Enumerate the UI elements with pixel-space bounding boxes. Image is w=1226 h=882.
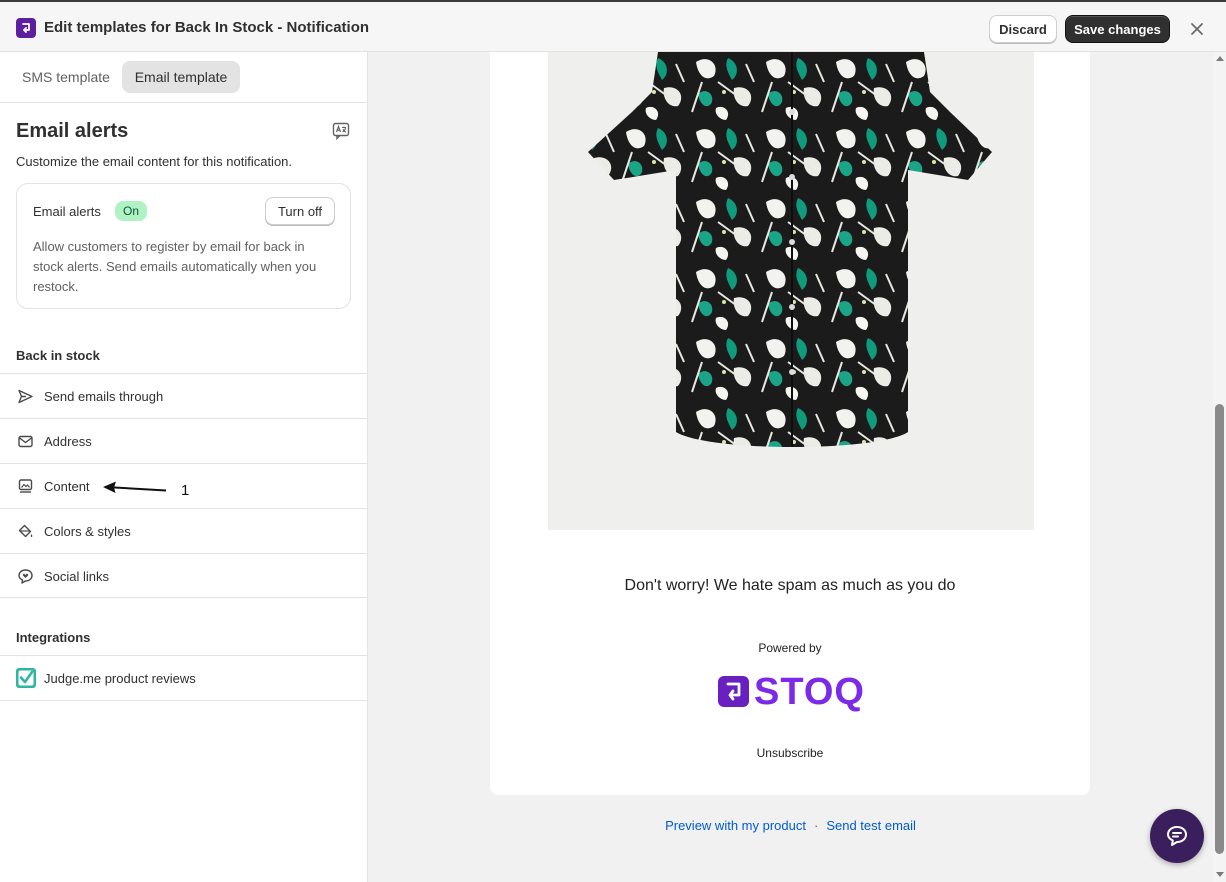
scroll-up-icon[interactable] [1216, 56, 1224, 61]
email-alerts-label: Email alerts [33, 204, 101, 219]
chat-support-button[interactable] [1150, 809, 1204, 863]
back-in-stock-heading: Back in stock [16, 348, 100, 363]
nav-item-judgeme-reviews[interactable]: Judge.me product reviews [0, 655, 367, 701]
save-changes-button[interactable]: Save changes [1065, 15, 1170, 43]
stoq-logo-icon [16, 18, 36, 38]
stoq-wordmark: STOQ [754, 671, 865, 713]
nav-item-colors-styles[interactable]: Colors & styles [0, 508, 367, 553]
title-bar: Edit templates for Back In Stock - Notif… [0, 0, 1226, 52]
tab-sms-template[interactable]: SMS template [10, 61, 122, 93]
scroll-thumb[interactable] [1215, 404, 1224, 854]
template-tabs: SMS template Email template [0, 52, 367, 103]
email-alerts-card: Email alerts On Turn off Allow customers… [16, 183, 351, 309]
nav-item-label: Social links [44, 569, 110, 584]
settings-sidebar: SMS template Email template Email alerts… [0, 52, 368, 882]
preview-with-product-link[interactable]: Preview with my product [665, 818, 806, 833]
stoq-logo: STOQ [718, 672, 868, 714]
nav-item-label: Content [44, 479, 90, 494]
unsubscribe-link[interactable]: Unsubscribe [490, 746, 1090, 760]
section-description: Customize the email content for this not… [16, 154, 293, 169]
email-alerts-description: Allow customers to register by email for… [33, 239, 317, 294]
chat-heart-icon [18, 569, 33, 584]
email-preview-area: Don't worry! We hate spam as much as you… [368, 52, 1213, 882]
nav-item-label: Address [44, 434, 92, 449]
tab-email-template[interactable]: Email template [122, 61, 240, 93]
nav-item-address[interactable]: Address [0, 418, 367, 463]
link-separator: · [813, 818, 819, 833]
turn-off-button[interactable]: Turn off [265, 197, 335, 225]
preview-links: Preview with my product · Send test email [368, 818, 1213, 833]
annotation-number: 1 [181, 482, 190, 499]
nav-item-social-links[interactable]: Social links [0, 553, 367, 598]
product-image [548, 52, 1034, 530]
chat-icon [1167, 826, 1187, 846]
annotation-arrow-icon [103, 481, 167, 493]
page-title: Edit templates for Back In Stock - Notif… [44, 19, 370, 36]
scroll-down-icon[interactable] [1216, 872, 1224, 877]
send-test-email-link[interactable]: Send test email [826, 818, 916, 833]
stoq-logo-icon [718, 676, 749, 707]
nav-item-label: Judge.me product reviews [44, 671, 196, 686]
paint-bucket-icon [18, 524, 33, 538]
translate-icon[interactable] [332, 122, 350, 140]
image-content-icon [18, 479, 33, 493]
email-preview: Don't worry! We hate spam as much as you… [490, 52, 1090, 795]
scrollbar[interactable] [1213, 52, 1226, 882]
email-tagline: Don't worry! We hate spam as much as you… [624, 577, 956, 594]
nav-item-label: Colors & styles [44, 524, 131, 539]
envelope-icon [18, 435, 33, 448]
judgeme-icon [16, 668, 36, 688]
nav-item-label: Send emails through [44, 389, 164, 404]
section-title: Email alerts [16, 120, 129, 142]
close-icon[interactable] [1186, 18, 1208, 40]
status-badge: On [115, 201, 148, 221]
discard-button[interactable]: Discard [989, 15, 1057, 43]
nav-item-send-emails-through[interactable]: Send emails through [0, 373, 367, 418]
powered-by-label: Powered by [758, 641, 822, 655]
send-icon [18, 389, 33, 404]
integrations-heading: Integrations [16, 630, 91, 645]
